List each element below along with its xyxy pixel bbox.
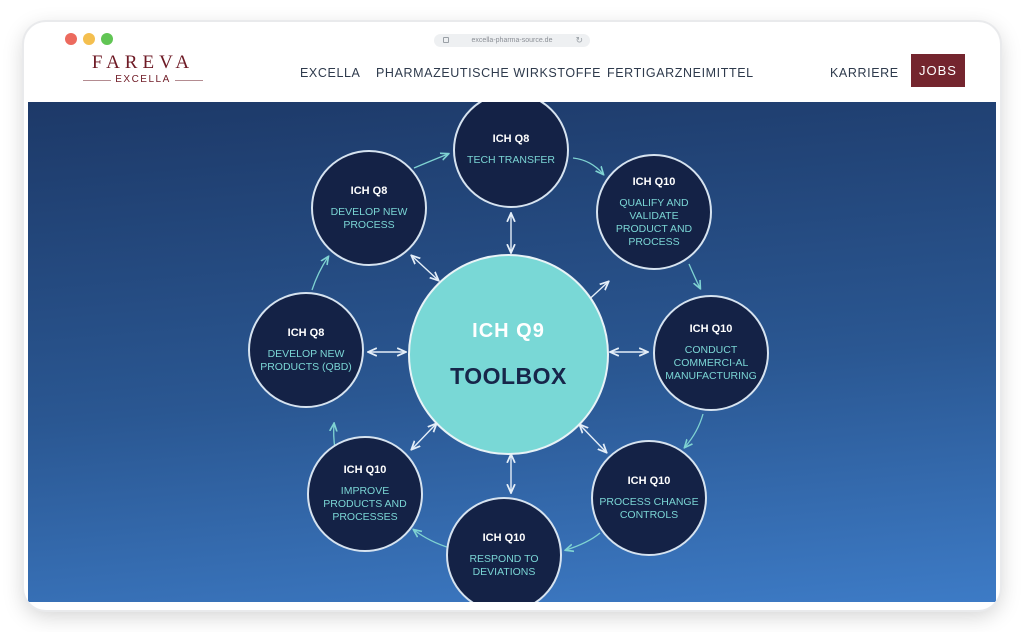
- node-label: RESPOND TO DEVIATIONS: [469, 552, 539, 578]
- node-code: ICH Q10: [632, 175, 676, 188]
- node-label: PROCESS CHANGE CONTROLS: [599, 495, 699, 521]
- minimize-window-button[interactable]: [83, 33, 95, 45]
- node-code: ICH Q10: [627, 474, 671, 487]
- ich-q9-diagram: ICH Q8 TECH TRANSFER ICH Q10 QUALIFY AND…: [28, 102, 996, 602]
- node-label: CONDUCT COMMERCI-AL MANUFACTURING: [665, 344, 757, 382]
- browser-window: excella-pharma-source.de ↻ FAREVA EXCELL…: [24, 22, 1000, 610]
- node-label: DEVELOP NEW PRODUCTS (QBD): [260, 347, 352, 373]
- node-label: TECH TRANSFER: [467, 154, 555, 166]
- node-qualify-validate: ICH Q10 QUALIFY AND VALIDATE PRODUCT AND…: [596, 154, 712, 270]
- logo-sub-text: EXCELLA: [75, 74, 211, 86]
- node-improve-products: ICH Q10 IMPROVE PRODUCTS AND PROCESSES: [307, 436, 423, 552]
- node-code: ICH Q8: [350, 184, 388, 197]
- lock-icon: [443, 37, 449, 43]
- node-label: DEVELOP NEW PROCESS: [330, 205, 408, 231]
- node-develop-products: ICH Q8 DEVELOP NEW PRODUCTS (QBD): [248, 292, 364, 408]
- node-label: QUALIFY AND VALIDATE PRODUCT AND PROCESS: [615, 196, 693, 248]
- node-code: ICH Q8: [287, 326, 325, 339]
- node-label: IMPROVE PRODUCTS AND PROCESSES: [323, 485, 407, 523]
- node-process-change-controls: ICH Q10 PROCESS CHANGE CONTROLS: [591, 440, 707, 556]
- node-code: ICH Q8: [492, 133, 530, 145]
- node-commercial-manufacturing: ICH Q10 CONDUCT COMMERCI-AL MANUFACTURIN…: [653, 295, 769, 411]
- logo-main-text: FAREVA: [91, 52, 195, 73]
- jobs-button[interactable]: JOBS: [911, 54, 965, 87]
- fareva-excella-logo[interactable]: FAREVA EXCELLA: [75, 53, 211, 86]
- nav-link-karriere[interactable]: KARRIERE: [830, 66, 899, 80]
- address-bar[interactable]: excella-pharma-source.de ↻: [434, 34, 590, 47]
- nav-link-wirkstoffe[interactable]: PHARMAZEUTISCHE WIRKSTOFFE: [376, 66, 601, 80]
- reload-icon[interactable]: ↻: [575, 36, 583, 45]
- node-develop-process: ICH Q8 DEVELOP NEW PROCESS: [311, 150, 427, 266]
- node-code: ICH Q10: [343, 464, 387, 476]
- center-subtitle: TOOLBOX: [450, 362, 567, 389]
- node-respond-deviations: ICH Q10 RESPOND TO DEVIATIONS: [446, 497, 562, 602]
- nav-link-fertigarzneimittel[interactable]: FERTIGARZNEIMITTEL: [607, 66, 754, 80]
- close-window-button[interactable]: [65, 33, 77, 45]
- node-code: ICH Q10: [689, 323, 733, 335]
- node-code: ICH Q10: [482, 531, 526, 544]
- center-title: ICH Q9: [472, 319, 545, 342]
- address-bar-url: excella-pharma-source.de: [471, 37, 553, 44]
- nav-link-excella[interactable]: EXCELLA: [300, 66, 360, 80]
- maximize-window-button[interactable]: [101, 33, 113, 45]
- center-toolbox: ICH Q9 TOOLBOX: [408, 254, 609, 455]
